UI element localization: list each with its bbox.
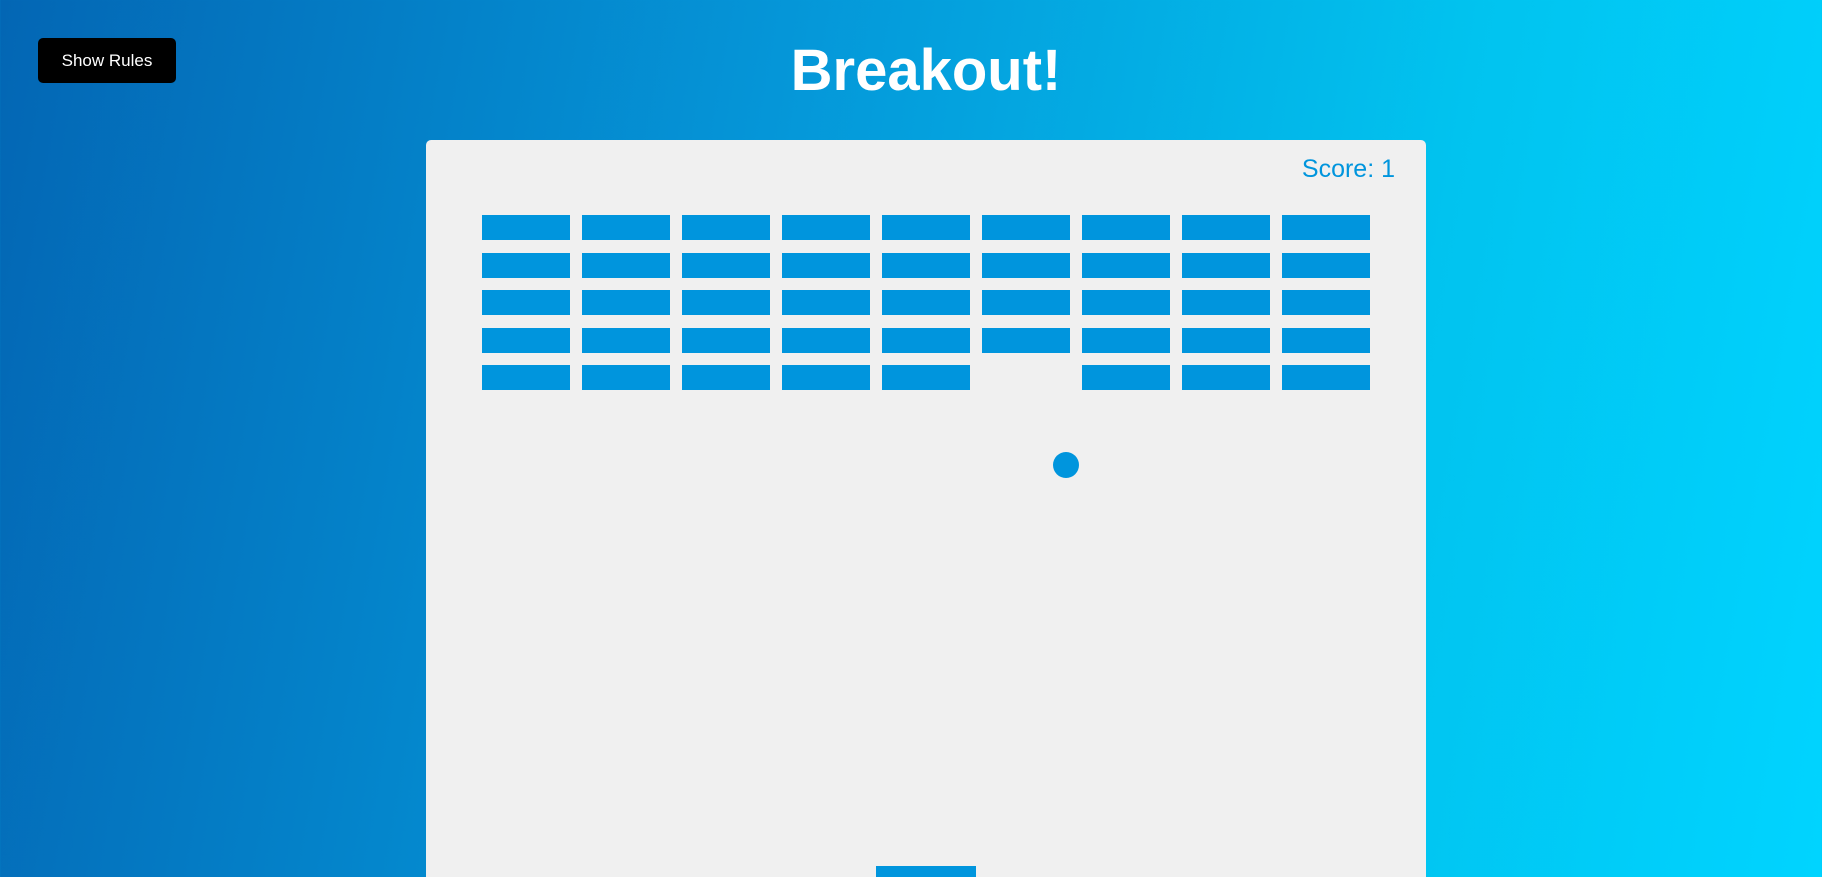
- brick: [982, 328, 1070, 353]
- brick: [882, 253, 970, 278]
- brick: [782, 328, 870, 353]
- brick: [482, 290, 570, 315]
- brick: [1182, 253, 1270, 278]
- brick: [482, 215, 570, 240]
- ball: [1053, 452, 1079, 478]
- brick: [582, 365, 670, 390]
- brick: [1082, 328, 1170, 353]
- brick: [782, 365, 870, 390]
- brick: [1082, 365, 1170, 390]
- brick: [1282, 215, 1370, 240]
- brick: [782, 290, 870, 315]
- brick: [582, 253, 670, 278]
- brick: [482, 365, 570, 390]
- game-canvas[interactable]: Score: 1: [426, 140, 1426, 877]
- brick: [882, 365, 970, 390]
- brick: [582, 290, 670, 315]
- brick: [1282, 328, 1370, 353]
- brick: [682, 328, 770, 353]
- brick: [882, 215, 970, 240]
- brick: [1182, 328, 1270, 353]
- brick: [1182, 290, 1270, 315]
- paddle[interactable]: [876, 866, 976, 877]
- brick: [882, 328, 970, 353]
- brick: [1282, 290, 1370, 315]
- brick: [482, 253, 570, 278]
- brick: [682, 215, 770, 240]
- brick: [1182, 365, 1270, 390]
- brick: [582, 328, 670, 353]
- brick: [782, 215, 870, 240]
- brick: [1282, 365, 1370, 390]
- brick: [882, 290, 970, 315]
- brick: [1082, 253, 1170, 278]
- brick: [582, 215, 670, 240]
- brick: [1082, 290, 1170, 315]
- brick: [982, 215, 1070, 240]
- brick: [682, 253, 770, 278]
- brick: [682, 365, 770, 390]
- brick: [682, 290, 770, 315]
- brick: [982, 290, 1070, 315]
- brick: [982, 253, 1070, 278]
- brick: [1182, 215, 1270, 240]
- page-title: Breakout!: [790, 38, 1062, 103]
- brick: [782, 253, 870, 278]
- brick: [482, 328, 570, 353]
- brick: [1282, 253, 1370, 278]
- brick: [1082, 215, 1170, 240]
- score-display: Score: 1: [1301, 155, 1395, 183]
